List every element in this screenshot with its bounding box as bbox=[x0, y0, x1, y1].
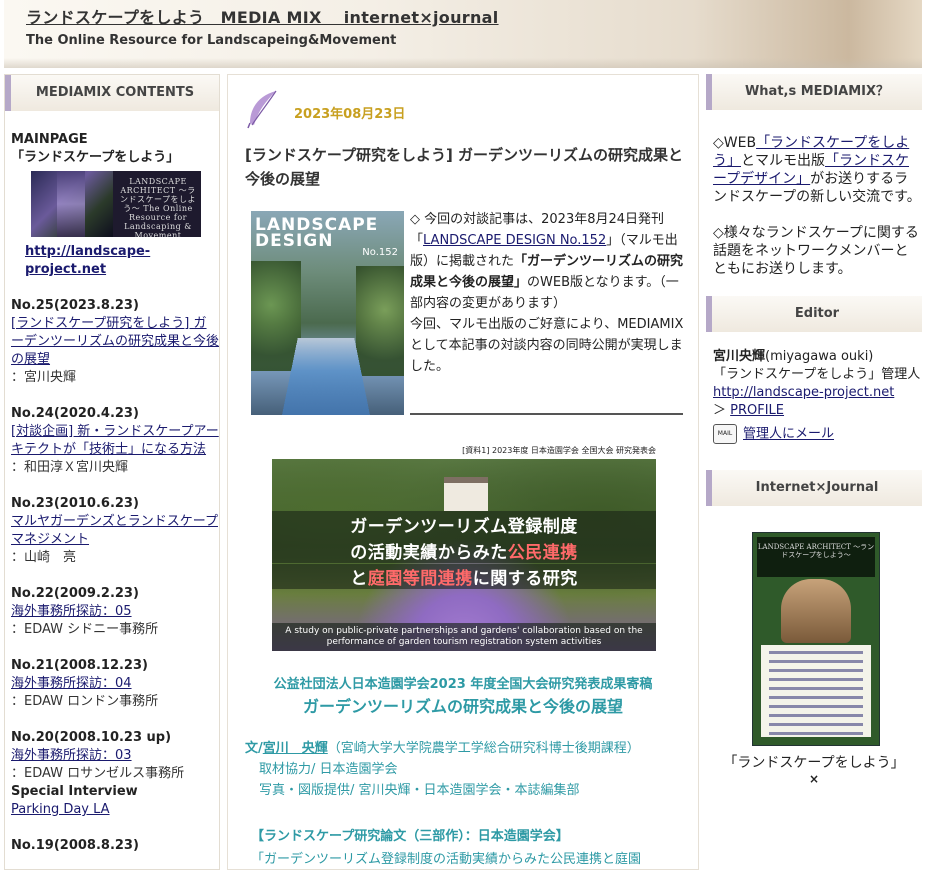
special-interview-label: Special Interview bbox=[11, 784, 138, 799]
magazine-link[interactable]: LANDSCAPE DESIGN No.152 bbox=[423, 233, 606, 248]
contents-item: No.25(2023.8.23) [ランドスケープ研究をしよう] ガーデンツーリ… bbox=[11, 297, 219, 387]
poster-text: ガーデンツーリズム登録制度 bbox=[350, 517, 578, 537]
item-author: ：EDAW ロサンゼルス事務所 bbox=[11, 766, 185, 781]
item-number: No.21(2008.12.23) bbox=[11, 658, 148, 673]
contents-item: No.21(2008.12.23) 海外事務所探訪：04 ：EDAW ロンドン事… bbox=[11, 657, 219, 711]
mainpage-title: 「ランドスケープをしよう」 bbox=[11, 150, 180, 165]
profile-link[interactable]: PROFILE bbox=[730, 403, 784, 418]
banner-text: LANDSCAPE ARCHITECT ～ランドスケープをしよう～ The On… bbox=[119, 177, 197, 237]
poster-title-line3: と庭園等間連携に関する研究 bbox=[272, 564, 656, 589]
poster-caption: [資料1] 2023年度 日本造園学会 全国大会 研究発表会 bbox=[462, 446, 656, 455]
about-text: ◇WEB bbox=[713, 135, 757, 151]
magazine-title: LANDSCAPE DESIGN bbox=[255, 215, 379, 251]
poster-title-line1: ガーデンツーリズム登録制度 bbox=[272, 512, 656, 537]
magazine-cover-image[interactable]: LANDSCAPE DESIGN No.152 bbox=[251, 211, 404, 415]
magazine-number: No.152 bbox=[362, 247, 398, 258]
main-article: 2023年08月23日 [ランドスケープ研究をしよう] ガーデンツーリズムの研究… bbox=[227, 74, 699, 870]
credit-label: 文/ bbox=[245, 741, 263, 756]
item-author: ：山崎 亮 bbox=[11, 550, 77, 565]
item-author: ：和田淳Ｘ宮川央輝 bbox=[11, 460, 129, 475]
item-author: ：EDAW シドニー事務所 bbox=[11, 622, 159, 637]
left-sidebar: MEDIAMIX CONTENTS MAINPAGE 「ランドスケープをしよう」… bbox=[4, 74, 220, 870]
journal-banner-page bbox=[761, 645, 871, 737]
mainpage-banner[interactable]: LANDSCAPE ARCHITECT ～ランドスケープをしよう～ The On… bbox=[31, 171, 201, 237]
left-sidebar-heading: MEDIAMIX CONTENTS bbox=[5, 75, 219, 111]
poster-text: に関する研究 bbox=[472, 569, 578, 589]
research-poster-image[interactable]: [資料1] 2023年度 日本造園学会 全国大会 研究発表会 ガーデンツーリズム… bbox=[272, 445, 656, 651]
credit-cooperation: 取材協力/ 日本造園学会 bbox=[259, 762, 398, 777]
paper-line: 「ガーデンツーリズム登録制度の活動実績からみた公民連携と庭園 bbox=[251, 852, 642, 867]
contents-item: No.23(2010.6.23) マルヤガーデンズとランドスケープマネジメント … bbox=[11, 495, 219, 567]
site-subtitle: The Online Resource for Landscapeing&Mov… bbox=[26, 33, 397, 48]
contents-item: No.20(2008.10.23 up) 海外事務所探訪：03 ：EDAW ロサ… bbox=[11, 729, 219, 819]
editor-url-link[interactable]: http://landscape-project.net bbox=[713, 384, 922, 402]
item-author: ：宮川央輝 bbox=[11, 370, 77, 385]
article-credits: 文/宮川 央輝（宮崎大学大学院農学工学総合研究科博士後期課程） 取材協力/ 日本… bbox=[245, 738, 640, 801]
item-number: No.23(2010.6.23) bbox=[11, 496, 139, 511]
poster-english-caption: A study on public-private partnerships a… bbox=[272, 623, 656, 651]
mail-link[interactable]: 管理人にメール bbox=[743, 427, 834, 442]
mainpage-url-link[interactable]: http://landscape-project.net bbox=[25, 244, 150, 277]
site-header: ランドスケープをしよう MEDIA MIX internet×journal T… bbox=[4, 0, 922, 68]
item-link[interactable]: [対談企画] 新・ランドスケープアーキテクトが「技術士」になる方法 bbox=[11, 423, 219, 459]
post-date: 2023年08月23日 bbox=[294, 107, 406, 122]
special-interview-link[interactable]: Parking Day LA bbox=[11, 801, 219, 819]
about-paragraph-2: ◇様々なランドスケープに関する話題をネットワークメンバーとともにお送りします。 bbox=[713, 225, 919, 277]
article-subtitle: 公益社団法人日本造園学会2023 年度全国大会研究発表成果寄稿 bbox=[273, 677, 653, 692]
poster-text-highlight: 庭園等間連携 bbox=[367, 569, 473, 589]
right-heading-about: What,s MEDIAMIX？ bbox=[706, 74, 922, 110]
journal-banner-figure bbox=[781, 579, 851, 643]
article-heading: ガーデンツーリズムの研究成果と今後の展望 bbox=[302, 697, 623, 716]
item-link[interactable]: 海外事務所探訪：04 bbox=[11, 675, 219, 693]
item-number: No.25(2023.8.23) bbox=[11, 298, 139, 313]
item-link[interactable]: 海外事務所探訪：03 bbox=[11, 747, 219, 765]
contents-item: No.24(2020.4.23) [対談企画] 新・ランドスケープアーキテクトが… bbox=[11, 405, 219, 477]
poster-text: の活動実績からみた bbox=[350, 543, 508, 563]
cover-tree-right bbox=[356, 266, 404, 376]
banner-photo-accent bbox=[57, 171, 85, 237]
intro-text: ◇ 今回の対談記事は、2023年8月24日発刊「LANDSCAPE DESIGN… bbox=[410, 209, 684, 377]
right-sidebar: What,s MEDIAMIX？ ◇WEB「ランドスケープをしよう」とマルモ出版… bbox=[706, 74, 922, 870]
poster-title-line2: の活動実績からみた公民連携 bbox=[272, 538, 656, 563]
editor-role: 「ランドスケープをしよう」管理人 bbox=[713, 367, 921, 382]
editor-name: 宮川央輝 bbox=[713, 349, 766, 364]
feather-icon bbox=[247, 90, 277, 129]
right-heading-journal: Internet×Journal bbox=[706, 470, 922, 506]
journal-banner-title: LANDSCAPE ARCHITECT ～ランドスケープをしよう～ bbox=[757, 537, 875, 577]
post-title: [ランドスケープ研究をしよう] ガーデンツーリズムの研究成果と今後の展望 bbox=[245, 146, 684, 188]
item-number: No.20(2008.10.23 up) bbox=[11, 730, 172, 745]
journal-cross: × bbox=[808, 772, 820, 786]
editor-block: 宮川央輝(miyagawa ouki) 「ランドスケープをしよう」管理人 htt… bbox=[706, 332, 922, 444]
divider bbox=[410, 413, 683, 415]
credit-photos: 写真・図版提供/ 宮川央輝・日本造園学会・本誌編集部 bbox=[259, 783, 580, 798]
about-paragraph: ◇WEB「ランドスケープをしよう」とマルモ出版「ランドスケープデザイン」がお送り… bbox=[713, 134, 922, 206]
paper-heading: 【ランドスケープ研究論文（三部作）：日本造園学会】 bbox=[251, 829, 569, 844]
right-heading-editor: Editor bbox=[706, 296, 922, 332]
mainpage-label: MAINPAGE bbox=[11, 132, 88, 147]
journal-caption: 「ランドスケープをしよう」 bbox=[723, 755, 905, 771]
item-link[interactable]: マルヤガーデンズとランドスケープマネジメント bbox=[11, 513, 219, 549]
item-number: No.24(2020.4.23) bbox=[11, 406, 139, 421]
poster-text: と bbox=[350, 569, 368, 589]
item-number: No.19(2008.8.23) bbox=[11, 838, 139, 853]
item-number: No.22(2009.2.23) bbox=[11, 586, 139, 601]
item-link[interactable]: 海外事務所探訪：05 bbox=[11, 603, 219, 621]
item-author: ：EDAW ロンドン事務所 bbox=[11, 694, 159, 709]
poster-house bbox=[444, 477, 488, 511]
author-name-link[interactable]: 宮川 央輝 bbox=[263, 741, 328, 756]
editor-roman: (miyagawa ouki) bbox=[765, 349, 874, 364]
contents-item: No.22(2009.2.23) 海外事務所探訪：05 ：EDAW シドニー事務… bbox=[11, 585, 219, 639]
journal-banner[interactable]: LANDSCAPE ARCHITECT ～ランドスケープをしよう～ bbox=[752, 532, 880, 746]
about-text: とマルモ出版 bbox=[741, 153, 825, 169]
profile-prefix: ＞ bbox=[713, 403, 731, 418]
intro-part: 今回、マルモ出版のご好意により、MEDIAMIXとして本記事の対談内容の同時公開… bbox=[410, 317, 684, 374]
site-title-link[interactable]: ランドスケープをしよう MEDIA MIX internet×journal bbox=[26, 4, 499, 28]
author-affiliation: （宮崎大学大学院農学工学総合研究科博士後期課程） bbox=[327, 741, 640, 756]
item-link[interactable]: [ランドスケープ研究をしよう] ガーデンツーリズムの研究成果と今後の展望 bbox=[11, 315, 219, 369]
poster-text-highlight: 公民連携 bbox=[507, 543, 578, 563]
mail-icon: MAIL bbox=[713, 424, 737, 444]
